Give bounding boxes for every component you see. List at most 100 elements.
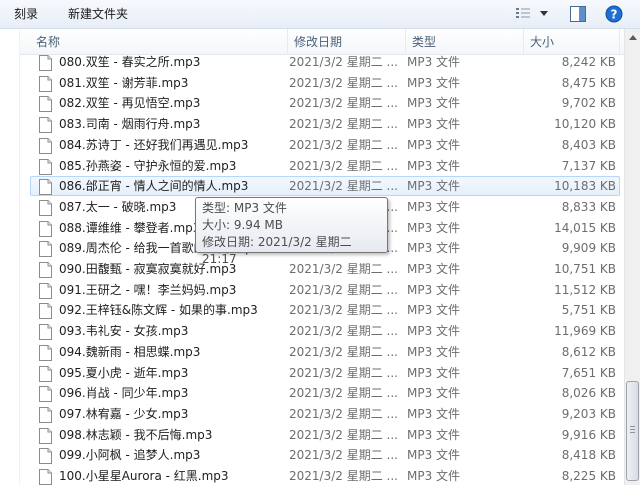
file-icon [39, 241, 52, 258]
file-row[interactable]: 083.司南 - 烟雨行舟.mp3 2021/3/2 星期二 ... MP3 文件 1… [30, 114, 620, 134]
file-row[interactable]: 080.双笙 - 春实之所.mp3 2021/3/2 星期二 ... MP3 文件 8… [30, 52, 620, 72]
file-date: 2021/3/2 星期二 ... [289, 469, 398, 483]
file-row[interactable]: 092.王梓钰&陈文辉 - 如果的事.mp3 2021/3/2 星期二 ... MP… [30, 300, 620, 320]
file-size: 9,916 KB [561, 427, 616, 442]
file-type: MP3 文件 [407, 469, 461, 483]
view-options-icon[interactable] [514, 5, 532, 23]
preview-pane-icon[interactable] [568, 5, 588, 23]
file-date: 2021/3/2 星期二 ... [289, 448, 398, 463]
file-size: 10,120 KB [554, 117, 616, 132]
file-type: MP3 文件 [407, 324, 461, 339]
file-row[interactable]: 091.王研之 - 嘿！李兰妈妈.mp3 2021/3/2 星期二 ... MP3 … [30, 280, 620, 300]
file-date: 2021/3/2 星期二 ... [289, 55, 398, 69]
file-name: 095.夏小虎 - 逝年.mp3 [59, 365, 189, 380]
file-type: MP3 文件 [407, 75, 461, 90]
file-icon [39, 75, 52, 92]
file-icon [39, 324, 52, 341]
file-date: 2021/3/2 星期二 ... [289, 406, 398, 421]
file-name: 086.邰正宵 - 情人之间的情人.mp3 [59, 179, 249, 194]
file-type: MP3 文件 [407, 282, 461, 297]
file-name: 092.王梓钰&陈文辉 - 如果的事.mp3 [59, 303, 258, 318]
file-row[interactable]: 100.小星星Aurora - 红黑.mp3 2021/3/2 星期二 ... MP… [30, 466, 620, 485]
file-name: 082.双笙 - 再见悟空.mp3 [59, 96, 201, 111]
tooltip-date: 修改日期: 2021/3/2 星期二 21:17 [202, 235, 352, 266]
file-date: 2021/3/2 星期二 ... [289, 324, 398, 339]
scroll-up-arrow-icon[interactable] [629, 35, 637, 40]
file-date: 2021/3/2 星期二 ... [289, 137, 398, 152]
file-icon [39, 158, 52, 175]
file-date: 2021/3/2 星期二 ... [289, 117, 398, 132]
file-size: 8,418 KB [561, 448, 616, 463]
file-icon [39, 282, 52, 299]
file-type: MP3 文件 [407, 427, 461, 442]
file-row[interactable]: 098.林志颖 - 我不后悔.mp3 2021/3/2 星期二 ... MP3 文件… [30, 425, 620, 445]
file-type: MP3 文件 [407, 220, 461, 235]
dropdown-arrow-icon[interactable] [538, 5, 550, 23]
file-date: 2021/3/2 星期二 ... [289, 96, 398, 111]
file-icon [39, 137, 52, 154]
file-size: 11,512 KB [554, 282, 616, 297]
file-row[interactable]: 097.林宥嘉 - 少女.mp3 2021/3/2 星期二 ... MP3 文件 9,… [30, 404, 620, 424]
file-date: 2021/3/2 星期二 ... [289, 179, 398, 194]
tooltip-size: 大小: 9.94 MB [202, 218, 283, 232]
file-icon [39, 262, 52, 278]
file-name: 096.肖战 - 同少年.mp3 [59, 386, 189, 401]
file-icon [39, 365, 52, 382]
scrollbar-thumb[interactable] [626, 381, 639, 481]
file-row[interactable]: 096.肖战 - 同少年.mp3 2021/3/2 星期二 ... MP3 文件 8,… [30, 383, 620, 403]
file-row[interactable]: 099.小阿枫 - 追梦人.mp3 2021/3/2 星期二 ... MP3 文件 8… [30, 445, 620, 465]
file-name: 100.小星星Aurora - 红黑.mp3 [59, 469, 229, 483]
file-name: 097.林宥嘉 - 少女.mp3 [59, 406, 189, 421]
file-icon [39, 199, 52, 216]
file-type: MP3 文件 [407, 158, 461, 173]
file-icon [39, 448, 52, 465]
file-name: 083.司南 - 烟雨行舟.mp3 [59, 117, 201, 132]
file-date: 2021/3/2 星期二 ... [289, 365, 398, 380]
file-size: 8,833 KB [561, 199, 616, 214]
file-icon [39, 220, 52, 237]
file-type: MP3 文件 [407, 406, 461, 421]
file-name: 098.林志颖 - 我不后悔.mp3 [59, 427, 213, 442]
file-name: 091.王研之 - 嘿！李兰妈妈.mp3 [59, 282, 237, 297]
file-size: 5,751 KB [561, 303, 616, 318]
file-size: 7,137 KB [561, 158, 616, 173]
file-row[interactable]: 084.苏诗丁 - 还好我们再遇见.mp3 2021/3/2 星期二 ... MP3… [30, 135, 620, 155]
tooltip-type: 类型: MP3 文件 [202, 201, 287, 215]
file-row[interactable]: 086.邰正宵 - 情人之间的情人.mp3 2021/3/2 星期二 ... MP3… [30, 176, 620, 197]
help-icon[interactable]: ? [604, 5, 624, 23]
file-size: 8,225 KB [561, 469, 616, 483]
file-date: 2021/3/2 星期二 ... [289, 75, 398, 90]
file-icon [39, 179, 52, 196]
file-row[interactable]: 082.双笙 - 再见悟空.mp3 2021/3/2 星期二 ... MP3 文件 9… [30, 93, 620, 113]
burn-button[interactable]: 刻录 [14, 6, 38, 22]
file-row[interactable]: 081.双笙 - 谢芳菲.mp3 2021/3/2 星期二 ... MP3 文件 8,… [30, 73, 620, 93]
file-name: 080.双笙 - 春实之所.mp3 [59, 55, 201, 69]
vertical-scrollbar[interactable] [624, 29, 640, 485]
file-size: 8,475 KB [561, 75, 616, 90]
file-row[interactable]: 093.韦礼安 - 女孩.mp3 2021/3/2 星期二 ... MP3 文件 11… [30, 321, 620, 341]
file-size: 14,015 KB [554, 220, 616, 235]
file-row[interactable]: 095.夏小虎 - 逝年.mp3 2021/3/2 星期二 ... MP3 文件 7,… [30, 363, 620, 383]
file-type: MP3 文件 [407, 262, 461, 276]
list-gutter [0, 29, 20, 485]
file-name: 093.韦礼安 - 女孩.mp3 [59, 324, 189, 339]
file-date: 2021/3/2 星期二 ... [289, 427, 398, 442]
file-size: 7,651 KB [561, 365, 616, 380]
file-icon [39, 96, 52, 113]
file-name: 094.魏新雨 - 相思蝶.mp3 [59, 344, 201, 359]
new-folder-button[interactable]: 新建文件夹 [68, 6, 128, 22]
file-icon [39, 469, 52, 485]
file-type: MP3 文件 [407, 137, 461, 152]
file-type: MP3 文件 [407, 241, 461, 256]
file-icon [39, 406, 52, 423]
file-tooltip: 类型: MP3 文件 大小: 9.94 MB 修改日期: 2021/3/2 星期… [195, 197, 388, 266]
file-row[interactable]: 094.魏新雨 - 相思蝶.mp3 2021/3/2 星期二 ... MP3 文件 8… [30, 342, 620, 362]
file-icon [39, 427, 52, 444]
file-size: 9,702 KB [561, 96, 616, 111]
file-type: MP3 文件 [407, 365, 461, 380]
file-type: MP3 文件 [407, 303, 461, 318]
file-icon [39, 117, 52, 134]
file-date: 2021/3/2 星期二 ... [289, 303, 398, 318]
file-name: 099.小阿枫 - 追梦人.mp3 [59, 448, 201, 463]
file-row[interactable]: 085.孙燕姿 - 守护永恒的爱.mp3 2021/3/2 星期二 ... MP3 … [30, 156, 620, 176]
